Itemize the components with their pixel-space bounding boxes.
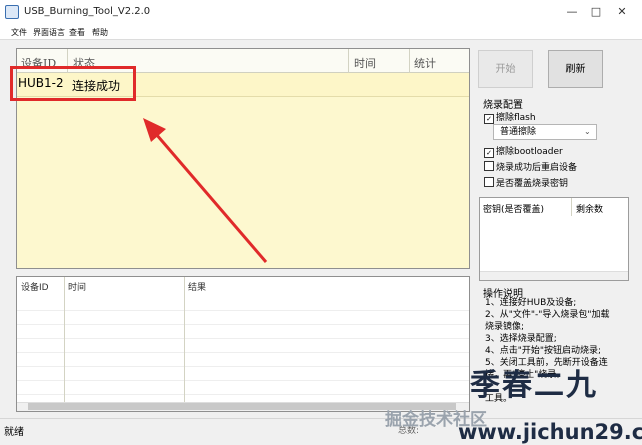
overwrite-key-label: 是否覆盖烧录密钥	[496, 179, 569, 189]
col-header-result[interactable]: 结果	[188, 280, 206, 293]
col-divider	[64, 277, 65, 402]
erase-mode-select[interactable]: 普通擦除	[493, 124, 597, 140]
checkbox-checked-icon: ✓	[484, 114, 494, 124]
checkbox-unchecked-icon	[484, 177, 494, 187]
guide-line: 3、选择烧录配置;	[485, 334, 557, 344]
erase-bootloader-label: 擦除bootloader	[496, 147, 563, 157]
reboot-after-label: 烧录成功后重启设备	[496, 163, 578, 173]
status-text: 就绪	[4, 427, 24, 438]
erase-flash-label: 擦除flash	[496, 113, 536, 123]
col-header-time[interactable]: 时间	[68, 280, 86, 293]
chevron-down-icon: ⌄	[584, 127, 591, 136]
watermark-url: www.jichun29.cn	[458, 420, 642, 444]
watermark-logo: 季春二九	[470, 368, 598, 403]
col-divider	[184, 277, 185, 402]
result-grid-rows	[17, 297, 469, 402]
guide-line: 4、点击"开始"按钮启动烧录;	[485, 346, 602, 356]
col-header-device-id[interactable]: 设备ID	[21, 280, 49, 293]
reboot-after-checkbox[interactable]: 烧录成功后重启设备	[484, 160, 577, 173]
refresh-button[interactable]: 刷新	[548, 50, 603, 88]
checkbox-checked-icon: ✓	[484, 148, 494, 158]
guide-line: 烧录镜像;	[485, 322, 525, 332]
col-header-key[interactable]: 密钥(是否覆盖)	[483, 202, 544, 215]
guide-line: 1、连接好HUB及设备;	[485, 298, 577, 308]
burn-config-title: 烧录配置	[483, 100, 523, 111]
col-divider	[571, 198, 572, 216]
horizontal-scrollbar[interactable]	[480, 271, 628, 280]
col-header-remaining[interactable]: 剩余数	[576, 202, 603, 215]
overwrite-key-checkbox[interactable]: 是否覆盖烧录密钥	[484, 176, 568, 189]
checkbox-unchecked-icon	[484, 161, 494, 171]
guide-line: 2、从"文件"-"导入烧录包"加载	[485, 310, 610, 320]
erase-flash-checkbox[interactable]: ✓ 擦除flash	[484, 110, 536, 124]
start-button[interactable]: 开始	[478, 50, 533, 88]
erase-bootloader-checkbox[interactable]: ✓ 擦除bootloader	[484, 144, 563, 158]
